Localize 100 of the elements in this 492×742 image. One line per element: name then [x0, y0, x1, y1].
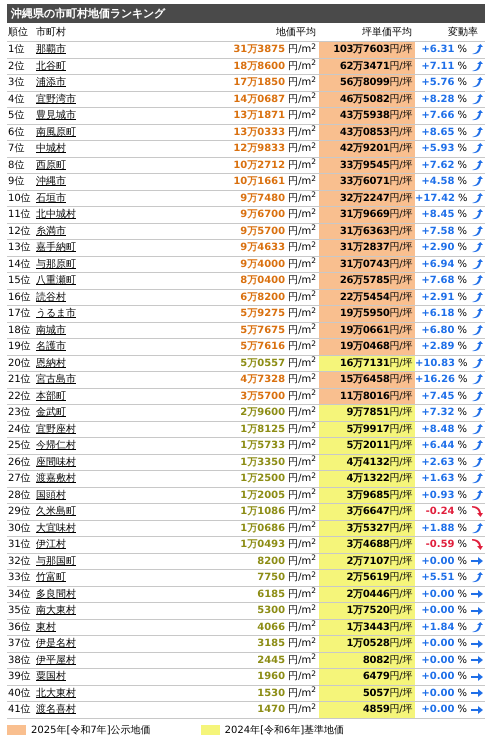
tsubo-price: 5万9917	[346, 422, 390, 437]
tsubo-price: 5057	[362, 686, 390, 701]
municipality-link[interactable]: 与那原町	[36, 256, 136, 272]
percent-label: %	[457, 43, 467, 58]
right-arrow-icon	[470, 672, 482, 681]
curved-up-arrow-icon	[470, 77, 482, 88]
municipality-link[interactable]: 南大東村	[36, 603, 136, 618]
municipality-link[interactable]: 中城村	[36, 141, 136, 156]
land-price: 5万7616	[240, 340, 286, 354]
municipality-link[interactable]: 本部町	[36, 388, 136, 404]
percent-label: %	[457, 324, 467, 338]
change-rate: +7.62	[421, 158, 454, 173]
percent-label: %	[457, 290, 467, 305]
percent-label: %	[457, 439, 467, 454]
tsubo-price: 1万0528	[346, 637, 390, 652]
municipality-link[interactable]: 今帰仁村	[36, 438, 136, 454]
rank-cell-text: 14位	[7, 258, 32, 272]
land-price: 1万3350	[240, 456, 286, 470]
percent-label: %	[457, 274, 467, 288]
unit-label: 円/坪	[390, 324, 412, 338]
municipality-link[interactable]: 伊是名村	[36, 636, 136, 652]
land-price: 1530	[257, 686, 286, 701]
table-title: 沖縄県の市町村地価ランキング	[7, 4, 485, 23]
municipality-link[interactable]: 糸満市	[36, 224, 136, 239]
change-rate: +1.88	[421, 522, 454, 536]
municipality-link[interactable]: 恩納村	[36, 356, 136, 371]
municipality-link[interactable]: 宜野湾市	[36, 92, 136, 107]
change-rate: +16.26	[415, 373, 456, 388]
municipality-link[interactable]: 東村	[36, 620, 136, 635]
municipality-link[interactable]: 北中城村	[36, 207, 136, 222]
tsubo-price: 4859	[362, 703, 390, 718]
unit-label: 円/坪	[390, 126, 412, 140]
unit-label: 円/坪	[390, 76, 412, 90]
municipality-link[interactable]: 宮古島市	[36, 372, 136, 388]
municipality-link[interactable]: 座間味村	[36, 454, 136, 470]
percent-label: %	[458, 356, 468, 371]
rank-cell-text: 9位	[7, 175, 26, 190]
municipality-link[interactable]: 金武町	[36, 405, 136, 420]
municipality-link[interactable]: 渡嘉敷村	[36, 471, 136, 486]
municipality-link[interactable]: 読谷村	[36, 290, 136, 305]
municipality-link[interactable]: 沖縄市	[36, 174, 136, 190]
tsubo-price: 33万9545	[340, 158, 390, 173]
tsubo-price: 56万8099	[340, 76, 390, 90]
land-price: 14万0687	[233, 92, 286, 107]
unit-label: 円/m$^{2}$	[288, 92, 316, 107]
percent-label: %	[457, 604, 467, 618]
unit-label: 円/坪	[390, 258, 412, 272]
municipality-link[interactable]: うるま市	[36, 306, 136, 322]
municipality-link[interactable]: 南風原町	[36, 124, 136, 140]
unit-label: 円/m$^{2}$	[288, 620, 316, 635]
municipality-link[interactable]: 国頭村	[36, 488, 136, 503]
change-rate: +0.00	[421, 654, 454, 668]
tsubo-price: 42万9201	[340, 142, 390, 156]
municipality-link[interactable]: 与那国町	[36, 554, 136, 569]
municipality-link[interactable]: 竹富町	[36, 570, 136, 586]
unit-label: 円/m$^{2}$	[288, 273, 316, 288]
municipality-link[interactable]: 豊見城市	[36, 108, 136, 124]
municipality-link[interactable]: 北谷町	[36, 58, 136, 74]
unit-label: 円/坪	[390, 604, 412, 618]
tsubo-price: 9万7851	[346, 406, 390, 420]
percent-label: %	[457, 488, 467, 503]
right-arrow-icon	[470, 706, 482, 714]
rank-cell-text: 26位	[7, 456, 32, 470]
municipality-link[interactable]: 大宜味村	[36, 520, 136, 536]
curved-up-arrow-icon	[470, 94, 482, 105]
municipality-link[interactable]: 北大東村	[36, 686, 136, 701]
municipality-link[interactable]: 久米島町	[36, 504, 136, 520]
municipality-link[interactable]: 南城市	[36, 322, 136, 338]
municipality-link[interactable]: 粟国村	[36, 669, 136, 684]
municipality-link[interactable]: 伊平屋村	[36, 652, 136, 668]
municipality-link[interactable]: 浦添市	[36, 75, 136, 90]
municipality-link[interactable]: 多良間村	[36, 586, 136, 602]
rank-cell-text: 15位	[7, 274, 32, 288]
curved-up-arrow-icon	[470, 60, 482, 72]
curved-up-arrow-icon	[470, 126, 482, 138]
municipality-link[interactable]: 伊江村	[36, 537, 136, 552]
rank-cell-text: 18位	[7, 324, 32, 338]
land-price: 8200	[257, 554, 286, 569]
curved-up-arrow-icon	[470, 424, 482, 435]
change-rate: +0.00	[421, 637, 454, 652]
tsubo-price: 22万5454	[340, 290, 390, 305]
land-price: 5万0557	[240, 356, 286, 371]
municipality-link[interactable]: 名護市	[36, 339, 136, 354]
municipality-link[interactable]: 嘉手納町	[36, 240, 136, 256]
tsubo-price: 16万7131	[340, 356, 390, 371]
change-rate: +8.65	[421, 126, 454, 140]
municipality-link[interactable]: 渡名喜村	[36, 702, 136, 718]
rank-cell-text: 16位	[7, 290, 32, 305]
municipality-link[interactable]: 宜野座村	[36, 422, 136, 437]
change-rate: +0.00	[421, 588, 454, 602]
unit-label: 円/坪	[390, 505, 412, 520]
tsubo-price: 4万1322	[346, 472, 390, 486]
municipality-link[interactable]: 西原町	[36, 158, 136, 173]
unit-label: 円/坪	[390, 703, 412, 718]
right-arrow-icon	[470, 656, 482, 664]
municipality-link[interactable]: 那覇市	[36, 42, 136, 58]
municipality-link[interactable]: 石垣市	[36, 190, 136, 206]
column-header: 市町村	[36, 26, 67, 40]
percent-label: %	[457, 340, 467, 354]
municipality-link[interactable]: 八重瀬町	[36, 273, 136, 288]
